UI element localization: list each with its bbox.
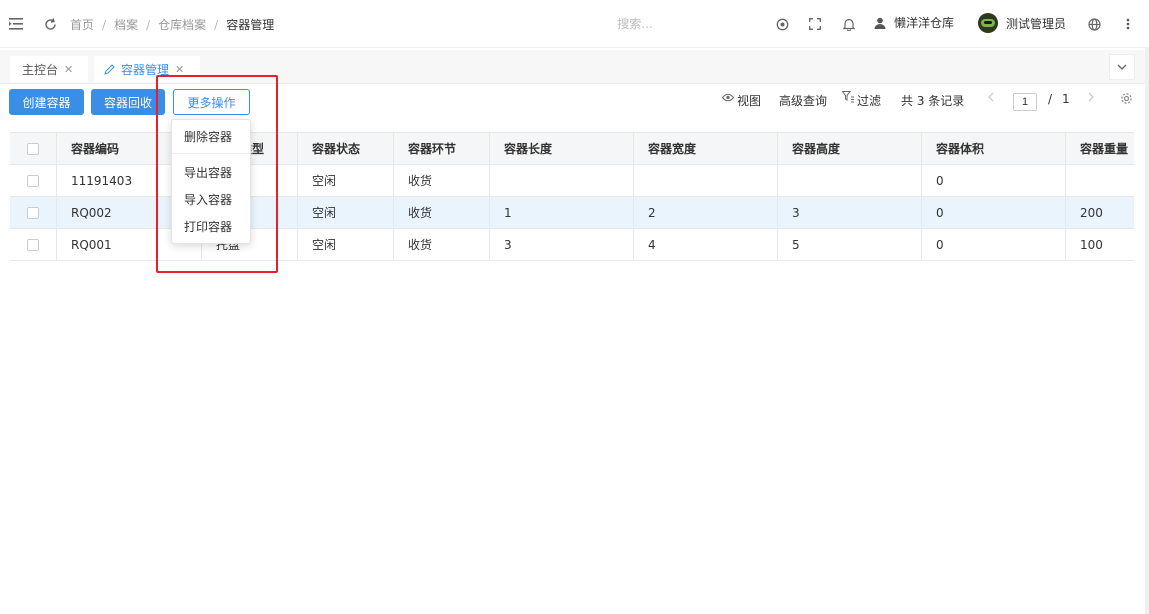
table-cell: 空闲 (298, 197, 394, 229)
page-total: 1 (1062, 92, 1070, 106)
select-all-cell (10, 133, 57, 165)
page-input[interactable] (1013, 93, 1037, 111)
column-header[interactable]: 容器环节 (394, 133, 490, 165)
warehouse-switcher[interactable]: 懒洋洋仓库 (874, 14, 954, 31)
menu-divider (172, 153, 250, 154)
filter-icon (842, 90, 854, 102)
table-cell: 收货 (394, 197, 490, 229)
table-cell: 5 (778, 229, 922, 261)
user-menu[interactable]: 测试管理员 (978, 13, 1066, 33)
more-vertical-icon[interactable] (1118, 14, 1138, 34)
export-container-item[interactable]: 导出容器 (172, 160, 250, 186)
edit-icon (104, 63, 115, 75)
language-globe-icon[interactable] (1084, 14, 1104, 34)
table-cell: 空闲 (298, 165, 394, 197)
more-actions-button[interactable]: 更多操作 (173, 89, 250, 115)
select-all-checkbox[interactable] (27, 142, 39, 155)
close-icon[interactable]: ✕ (175, 63, 184, 76)
close-icon[interactable]: ✕ (64, 63, 73, 76)
table-cell (634, 165, 778, 197)
view-label: 视图 (737, 94, 762, 108)
recycle-container-button[interactable]: 容器回收 (91, 89, 165, 115)
breadcrumb-separator: / (102, 18, 107, 32)
row-select-cell (10, 229, 57, 261)
chevron-down-icon (1117, 64, 1127, 70)
table-cell: 3 (778, 197, 922, 229)
refresh-icon[interactable] (40, 14, 60, 34)
filter-label: 过滤 (857, 94, 882, 108)
breadcrumb-warehouse-archive[interactable]: 仓库档案 (158, 18, 206, 32)
person-icon (874, 17, 886, 29)
row-select-cell (10, 165, 57, 197)
row-checkbox[interactable] (27, 206, 39, 219)
view-button[interactable]: 视图 (722, 92, 761, 109)
top-header: 首页 / 档案 / 仓库档案 / 容器管理 懒洋洋仓库 测试管理员 (0, 0, 1149, 48)
column-header[interactable]: 容器状态 (298, 133, 394, 165)
tab-dashboard[interactable]: 主控台 ✕ (10, 56, 88, 82)
advanced-query-button[interactable]: 高级查询 (779, 92, 827, 109)
eye-icon (722, 93, 734, 102)
bell-icon[interactable] (839, 14, 859, 34)
page-separator: / (1048, 92, 1053, 106)
locate-icon[interactable] (772, 14, 792, 34)
table-cell: 200 (1080, 206, 1103, 220)
table-cell: 4 (634, 229, 778, 261)
more-actions-dropdown: 删除容器 导出容器 导入容器 打印容器 (171, 119, 251, 244)
column-header[interactable]: 容器长度 (490, 133, 634, 165)
table-cell: 3 (490, 229, 634, 261)
table-cell: 空闲 (298, 229, 394, 261)
delete-container-item[interactable]: 删除容器 (172, 124, 250, 150)
tab-container-management[interactable]: 容器管理 ✕ (94, 56, 200, 82)
table-cell (490, 165, 634, 197)
table-cell: 2 (634, 197, 778, 229)
table-cell: 0 (922, 229, 1066, 261)
breadcrumb-separator: / (146, 18, 151, 32)
column-header[interactable]: 容器体积 (922, 133, 1066, 165)
table-cell: 0 (922, 165, 1066, 197)
prev-page-icon[interactable] (988, 92, 994, 102)
table-cell: 100 (1080, 238, 1103, 252)
breadcrumb-archive[interactable]: 档案 (114, 18, 138, 32)
table-cell: 0 (922, 197, 1066, 229)
avatar (978, 13, 998, 33)
breadcrumb: 首页 / 档案 / 仓库档案 / 容器管理 (70, 16, 274, 33)
breadcrumb-home[interactable]: 首页 (70, 18, 94, 32)
create-container-button[interactable]: 创建容器 (9, 89, 84, 115)
table-cell: 收货 (394, 165, 490, 197)
filter-button[interactable]: 过滤 (842, 90, 882, 109)
menu-toggle-icon[interactable] (6, 14, 26, 34)
warehouse-name: 懒洋洋仓库 (894, 16, 955, 30)
column-header[interactable]: 容器重量 (1066, 133, 1134, 165)
tabs-dropdown-button[interactable] (1109, 54, 1135, 80)
tab-label: 主控台 (22, 62, 59, 77)
record-count: 共 3 条记录 (901, 94, 965, 108)
next-page-icon[interactable] (1088, 92, 1094, 102)
breadcrumb-current: 容器管理 (226, 18, 275, 32)
table-cell: 收货 (394, 229, 490, 261)
print-container-item[interactable]: 打印容器 (172, 214, 250, 240)
row-checkbox[interactable] (27, 174, 39, 187)
table-cell (778, 165, 922, 197)
table-cell (1066, 165, 1134, 197)
search-input[interactable] (560, 14, 710, 34)
row-checkbox[interactable] (27, 238, 39, 251)
row-select-cell (10, 197, 57, 229)
table-cell: 1 (490, 197, 634, 229)
breadcrumb-separator: / (214, 18, 219, 32)
user-name: 测试管理员 (1006, 16, 1067, 31)
tab-bar: 主控台 ✕ 容器管理 ✕ (0, 50, 1149, 84)
import-container-item[interactable]: 导入容器 (172, 187, 250, 213)
settings-gear-icon[interactable] (1120, 92, 1133, 105)
column-header[interactable]: 容器高度 (778, 133, 922, 165)
fullscreen-icon[interactable] (805, 14, 825, 34)
column-header[interactable]: 容器宽度 (634, 133, 778, 165)
tab-label: 容器管理 (121, 62, 170, 77)
page-scrollbar[interactable] (1145, 48, 1149, 614)
